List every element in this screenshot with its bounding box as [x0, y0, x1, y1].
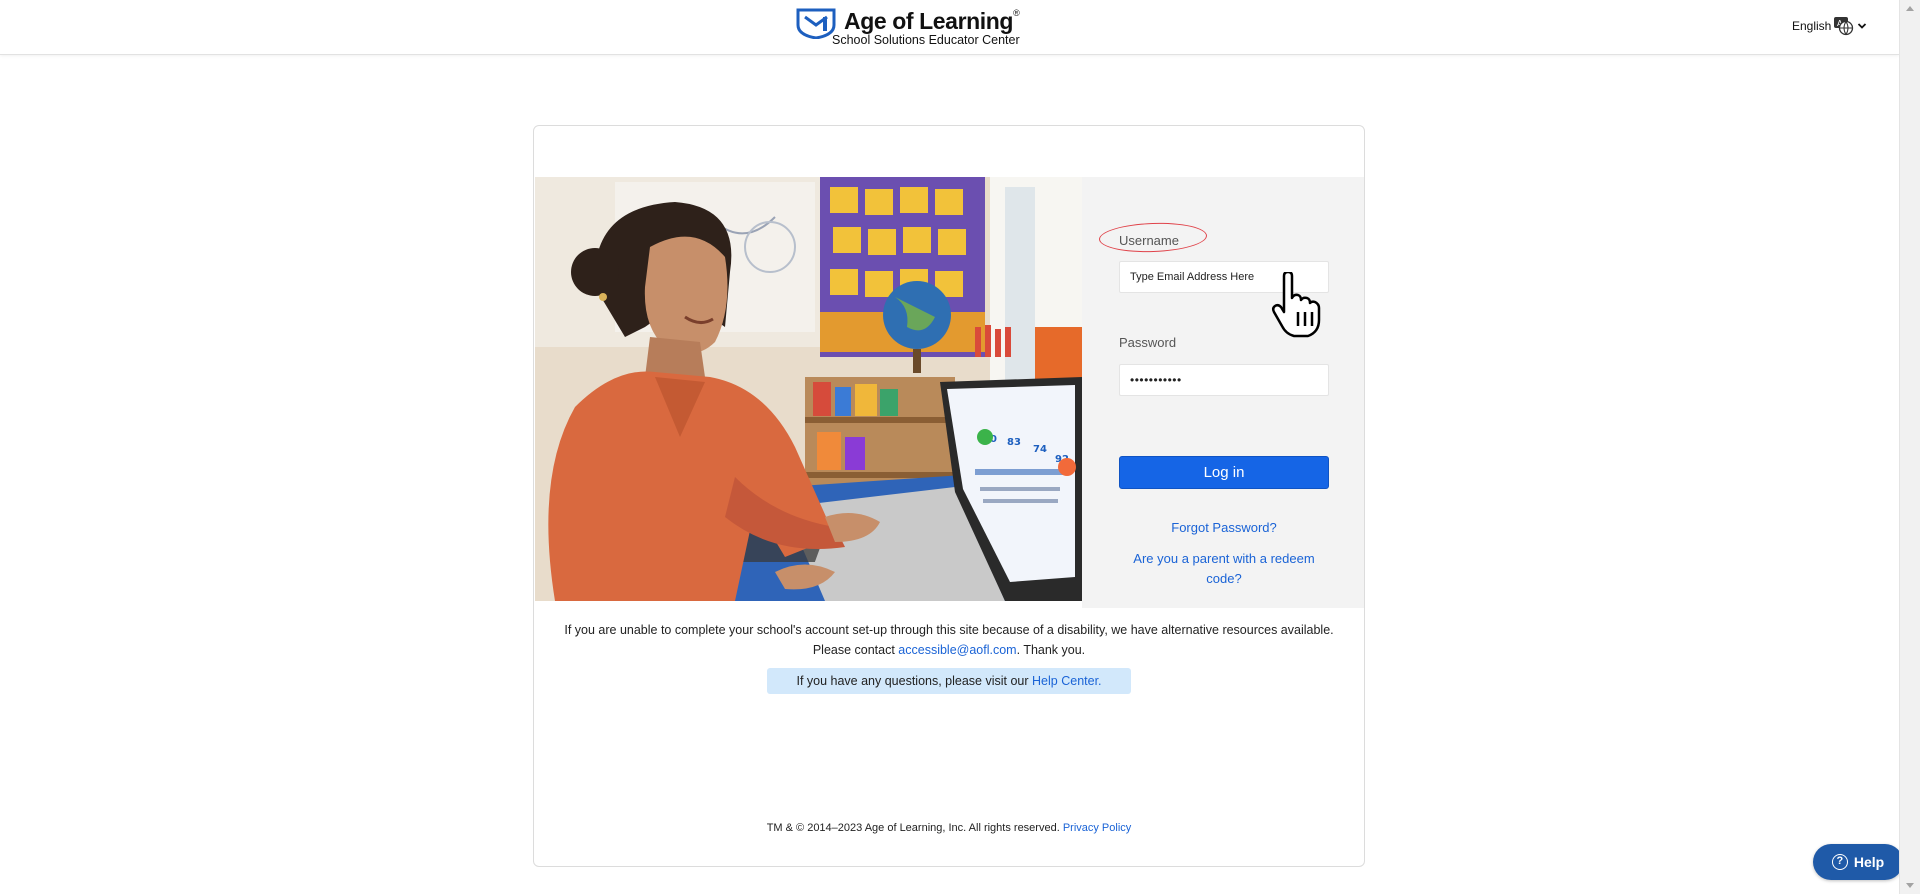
password-label: Password — [1119, 335, 1177, 350]
chevron-down-icon — [1858, 23, 1867, 29]
password-input[interactable] — [1119, 364, 1329, 396]
accessibility-notice-line1: If you are unable to complete your schoo… — [564, 623, 1334, 637]
teacher-laptop-photo: 90 83 74 92 — [535, 177, 1082, 601]
help-button[interactable]: ? Help — [1813, 844, 1903, 880]
help-center-banner: If you have any questions, please visit … — [767, 668, 1131, 694]
dashboard-value: 83 — [1007, 437, 1021, 448]
dashboard-value: 74 — [1033, 444, 1047, 455]
forgot-password-link[interactable]: Forgot Password? — [1119, 518, 1329, 538]
top-header: Age of Learning® School Solutions Educat… — [0, 0, 1899, 55]
notice-text: . Thank you. — [1016, 643, 1086, 657]
privacy-policy-link[interactable]: Privacy Policy — [1063, 822, 1131, 834]
copyright-text: TM & © 2014–2023 Age of Learning, Inc. A… — [766, 822, 1063, 834]
brand-subtitle: School Solutions Educator Center — [832, 33, 1020, 47]
brand-name: Age of Learning® — [844, 8, 1020, 34]
footer-copyright: TM & © 2014–2023 Age of Learning, Inc. A… — [534, 822, 1364, 834]
help-button-label: Help — [1853, 854, 1885, 870]
accessible-email-link[interactable]: accessible@aofl.com — [898, 643, 1016, 657]
parent-redeem-code-link[interactable]: Are you a parent with a redeem code? — [1119, 549, 1329, 589]
help-center-link[interactable]: Help Center. — [1032, 674, 1101, 688]
scroll-down-arrow-icon[interactable] — [1906, 883, 1914, 888]
aofl-shield-icon — [796, 8, 836, 39]
globe-translate-icon: A — [1834, 17, 1854, 36]
hand-pointer-cursor-icon — [1271, 272, 1321, 338]
highlight-annotation — [1098, 221, 1208, 254]
login-card: 90 83 74 92 — [533, 125, 1365, 867]
brand-logo-link[interactable]: Age of Learning® School Solutions Educat… — [795, 6, 1020, 48]
accessibility-notice: If you are unable to complete your schoo… — [534, 620, 1364, 660]
page-scrollbar[interactable] — [1899, 0, 1920, 894]
login-button[interactable]: Log in — [1119, 456, 1329, 489]
login-form-panel: Username Password Log in Forgot Password… — [1082, 177, 1364, 608]
question-icon: ? — [1831, 854, 1848, 870]
accessibility-notice-line2: Please contact accessible@aofl.com. Than… — [534, 640, 1364, 660]
help-banner-text: If you have any questions, please visit … — [796, 674, 1033, 688]
scroll-up-arrow-icon[interactable] — [1906, 6, 1914, 11]
language-selector[interactable]: English A — [1792, 15, 1867, 37]
language-label: English — [1792, 19, 1832, 33]
notice-text: Please contact — [812, 643, 899, 657]
